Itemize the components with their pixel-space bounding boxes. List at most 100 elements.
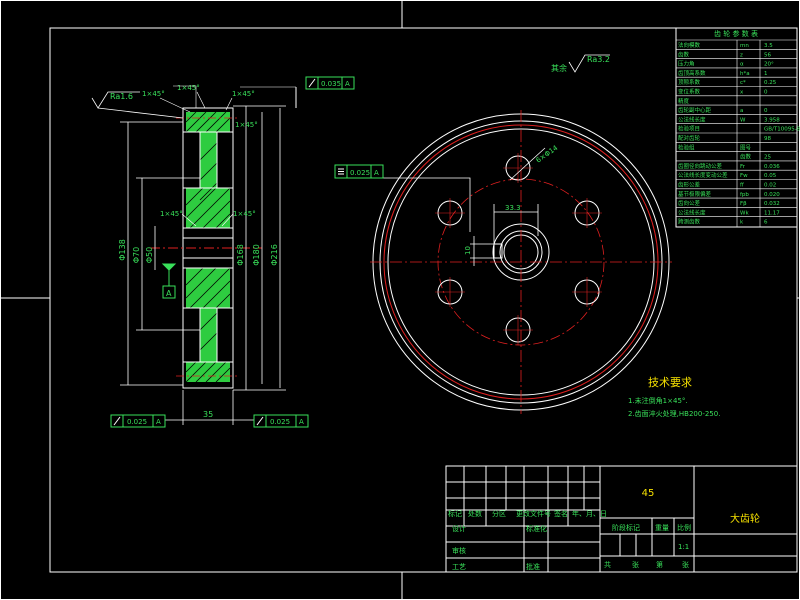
gear-param-symbol: 齿数 [740,153,752,161]
gear-param-name: 压力角 [678,60,695,68]
gear-param-symbol: mn [740,43,749,49]
chamfer-mid-right: 1×45° [233,210,256,218]
tech-requirements: 技术要求 1.未注倒角1×45°. 2.齿面淬火处理,HB200-250. [628,376,720,418]
gear-table-title: 齿 轮 参 数 表 [714,29,758,38]
row-approve: 批准 [526,562,540,571]
material-text: 45 [642,488,655,499]
gear-param-symbol: α [740,62,744,68]
symmetry-datum: A [374,169,379,177]
width-dimension [165,390,254,425]
chamfer-right-upper: 1×45° [235,121,258,129]
gear-param-name: 检验项目 [678,125,700,133]
runout-top-value: 0.035 [321,80,341,88]
gear-param-name: 跨测齿数 [678,218,701,226]
gear-param-name: 齿数 [678,50,690,58]
row-design: 设计 [452,524,466,533]
gear-param-name: 基节极限偏差 [678,190,712,198]
dim-v6: Φ216 [270,244,279,266]
title-block: 45 大齿轮 标记 处数 分区 更改文件号 签名 年、月、日 设计 标准化 审核… [445,465,798,573]
keyway-dim-text: 33.3 [505,204,521,212]
gear-param-value: 0 [764,108,768,114]
gear-param-name: 公法线长度 [678,115,706,123]
main-centerlines [370,110,672,414]
chamfer-mid-left: 1×45° [160,210,183,218]
gear-param-name: 检验组 [678,143,695,151]
gear-table-rows: 法向模数 mn 3.5 齿数 z 56 压力角 α 20° 齿顶高系数 h*a 1 顶隙系数 c* 0.25… [676,39,800,227]
gear-param-symbol: Fβ [740,201,747,207]
gear-param-name: 配对齿轮 [678,134,701,142]
row-process: 工艺 [452,563,466,571]
gear-parameter-table: 齿 轮 参 数 表 法向模数 mn 3.5 齿数 z 56 压力角 α 20° 齿顶高系数 h*a 1… [675,27,800,228]
symmetry-value: 0.025 [350,169,370,177]
finish-note-text: 其余 [551,63,567,73]
gear-param-name: 齿形公差 [678,181,701,189]
roughness-left-label: Ra1.6 [110,92,133,101]
sheet-num: 第 [656,560,663,569]
col-label-mark: 标记 [448,509,462,518]
col-label-sign: 签名 [554,509,568,518]
gear-param-symbol: ff [740,183,744,189]
finish-value-text: Ra3.2 [587,55,610,64]
gear-param-value: 20° [764,62,774,68]
gear-param-value: 0.02 [764,183,776,189]
col-label-count: 处数 [468,509,482,518]
chamfer-top-b: 1×45° [177,84,200,92]
gear-param-value: 0.05 [764,173,777,179]
gear-param-symbol: 图号 [740,143,752,151]
gear-param-name: 变位系数 [678,88,701,96]
stage-label: 阶段标记 [612,523,640,532]
weight-label: 重量 [655,524,669,532]
dim-v3: Φ50 [145,247,154,263]
tech-req-line-1: 1.未注倒角1×45°. [628,396,688,405]
general-finish-note: 其余 Ra3.2 [551,54,610,73]
gear-param-value: GB/T10095-88 [764,127,800,133]
chamfer-top-a: 1×45° [142,90,165,98]
dim-v1: Φ138 [118,239,127,261]
section-hatch-lines [185,111,231,383]
sheet-unit: 张 [632,560,639,569]
gear-param-name: 公法线长度 [678,208,706,216]
runout-bl-value: 0.025 [127,418,147,426]
keyway-dimensions [335,177,539,266]
gear-param-value: 3.5 [764,43,773,49]
tech-req-title: 技术要求 [648,376,692,389]
gear-param-value: 98 [764,136,771,142]
gear-param-name: 齿轮副中心距 [678,106,712,114]
row-standard: 标准化 [526,524,547,533]
gear-param-name: 公法线长度变动公差 [678,171,728,179]
gear-param-symbol: W [740,117,746,123]
gear-param-symbol: c* [740,80,746,86]
gear-param-name: 法向模数 [678,41,701,49]
tech-req-line-2: 2.齿面淬火处理,HB200-250. [628,409,720,418]
datum-label: A [166,289,172,298]
col-label-zone: 分区 [492,509,506,518]
col-label-change: 更改文件号 [516,509,551,518]
side-section-view: Φ138 Φ70 Φ50 Φ168 Φ180 Φ216 Ra1.6 1×45° … [91,76,355,428]
gear-param-value: 56 [764,52,771,58]
gear-param-symbol: Wk [740,210,749,216]
gear-param-symbol: a [740,108,743,114]
dim-v5: Φ180 [252,244,261,266]
row-review: 审核 [452,546,466,555]
gear-param-value: 1 [764,71,768,77]
keyway-width-text: 10 [464,246,472,255]
roughness-symbol-left [91,91,184,119]
gear-param-symbol: Fw [740,173,748,179]
gear-param-symbol: Fr [740,164,746,170]
gear-param-value: 0.25 [764,80,777,86]
part-name-text: 大齿轮 [730,512,760,525]
gear-param-value: 0.036 [764,164,780,170]
sheet-total: 共 [604,560,611,569]
gear-param-symbol: h*a [740,71,750,77]
runout-br-datum: A [299,418,304,426]
gear-param-name: 顶隙系数 [678,78,701,86]
gear-param-value: 11.17 [764,210,780,216]
runout-top-datum: A [345,80,350,88]
lightening-holes [437,155,600,343]
sheet-unit2: 张 [682,560,689,569]
gear-param-value: 0.032 [764,201,780,207]
scale-label: 比例 [677,523,691,532]
gear-param-value: 0.020 [764,192,780,198]
dim-v4: Φ168 [236,244,245,266]
front-view: 6×Φ14 33.3 10 0.025 A [334,110,672,414]
